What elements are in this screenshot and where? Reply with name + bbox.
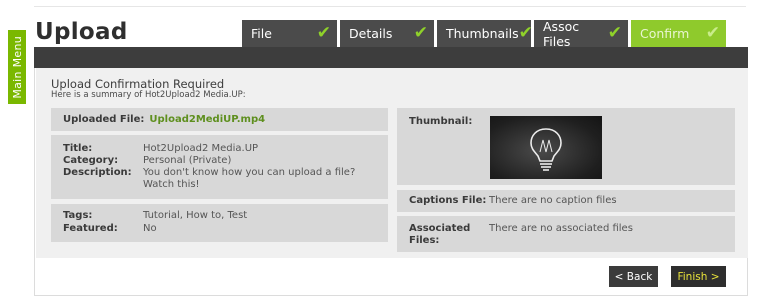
details-box: Title: Hot2Upload2 Media.UP Category: Pe… (51, 135, 388, 199)
checkmark-icon: ✔ (413, 23, 428, 43)
back-button[interactable]: < Back (609, 266, 658, 287)
tab-file-label: File (251, 26, 272, 41)
title-label: Title: (63, 143, 93, 154)
top-divider (34, 6, 746, 7)
tab-file[interactable]: File ✔ (242, 20, 337, 47)
featured-value: No (143, 223, 157, 234)
associated-box: Associated Files: There are no associate… (397, 216, 735, 252)
tags-value: Tutorial, How to, Test (143, 210, 248, 221)
tab-details-label: Details (349, 26, 393, 41)
title-value: Hot2Upload2 Media.UP (143, 143, 259, 154)
uploaded-file-box: Uploaded File: Upload2MediUP.mp4 (51, 108, 388, 131)
thumbnail-image (490, 116, 602, 179)
tags-label: Tags: (63, 210, 93, 221)
confirmation-heading: Upload Confirmation Required (51, 77, 225, 91)
finish-button[interactable]: Finish > (671, 266, 726, 287)
checkmark-icon: ✔ (518, 23, 533, 43)
tab-thumbnails[interactable]: Thumbnails ✔ (437, 20, 533, 47)
confirmation-panel: Upload Confirmation Required Here is a s… (34, 68, 748, 296)
step-tabs: File ✔ Details ✔ Thumbnails ✔ Assoc File… (242, 18, 726, 49)
thumbnail-label: Thumbnail: (409, 116, 473, 127)
main-menu-label: Main Menu (10, 35, 24, 99)
tab-thumbnails-label: Thumbnails (446, 26, 519, 41)
featured-label: Featured: (63, 223, 118, 234)
summary-area: Upload Confirmation Required Here is a s… (36, 68, 748, 258)
category-value: Personal (Private) (143, 155, 232, 166)
captions-value: There are no caption files (489, 195, 617, 206)
tab-confirm-label: Confirm (640, 26, 690, 41)
uploaded-file-label: Uploaded File: (63, 114, 145, 125)
tab-confirm[interactable]: Confirm ✔ (631, 20, 726, 47)
page-title: Upload (35, 19, 128, 45)
description-label: Description: (63, 167, 132, 178)
tab-details[interactable]: Details ✔ (340, 20, 434, 47)
tab-assoc-files-label: Assoc Files (543, 18, 580, 49)
checkmark-icon: ✔ (316, 23, 331, 43)
checkmark-icon: ✔ (607, 23, 622, 43)
tab-assoc-files[interactable]: Assoc Files ✔ (534, 18, 628, 49)
checkmark-icon: ✔ (705, 23, 720, 43)
captions-box: Captions File: There are no caption file… (397, 190, 735, 212)
category-label: Category: (63, 155, 119, 166)
associated-label: Associated Files: (409, 223, 471, 246)
main-menu-tab[interactable]: Main Menu (8, 30, 26, 104)
associated-value: There are no associated files (489, 223, 633, 234)
tags-box: Tags: Tutorial, How to, Test Featured: N… (51, 204, 388, 242)
uploaded-file-link[interactable]: Upload2MediUP.mp4 (149, 114, 265, 125)
description-value: You don't know how you can upload a file… (143, 167, 356, 190)
lightbulb-icon (530, 128, 562, 171)
captions-label: Captions File: (409, 195, 487, 206)
header-bar (34, 47, 748, 68)
confirmation-subtitle: Here is a summary of Hot2Upload2 Media.U… (51, 90, 246, 100)
